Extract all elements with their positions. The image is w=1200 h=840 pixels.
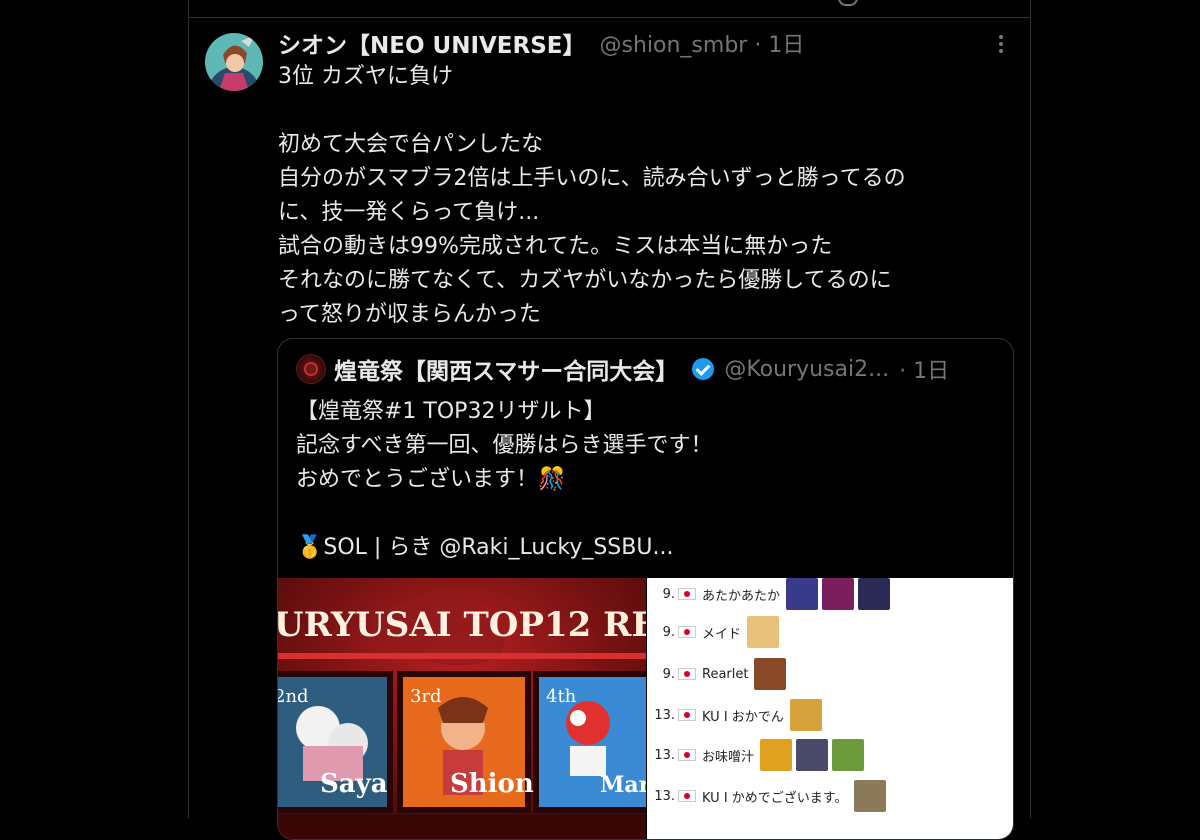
- result-rank: 13.: [654, 747, 675, 763]
- quoted-text-line: 【煌竜祭#1 TOP32リザルト】: [296, 399, 606, 424]
- quoted-author-name[interactable]: 煌竜祭【関西スマサー合同大会】: [334, 352, 678, 386]
- quoted-media-top12-image[interactable]: URYUSAI TOP12 RESU 2nd 3rd 4th Saya Shio…: [278, 578, 646, 839]
- quoted-text-line: [296, 497, 996, 531]
- result-rank: 13.: [654, 788, 675, 804]
- tweet-text-line: 3位 カズヤに負け: [278, 64, 453, 89]
- more-options-icon[interactable]: [996, 35, 1006, 55]
- tweet-text-line: って怒りが収まらんかった: [278, 302, 541, 327]
- quoted-text-line: おめでとうございます！🎊: [296, 467, 566, 492]
- tweet-header: シオン【NEO UNIVERSE】 @shion_smbr · 1日: [278, 26, 805, 60]
- tweet-text: 3位 カズヤに負け 初めて大会で台パンしたな 自分のがスマブラ2倍は上手いのに、…: [278, 60, 1018, 332]
- place-player-name: Shion: [450, 769, 534, 799]
- tweet-text-line: それなのに勝てなくて、カズヤがいなかったら優勝してるのに: [278, 268, 892, 293]
- tweet-text-line: 自分のがスマブラ2倍は上手いのに、読み合いずっと勝ってるの: [278, 166, 906, 191]
- quoted-tweet-header: 煌竜祭【関西スマサー合同大会】 @Kouryusai2... · 1日: [296, 353, 949, 385]
- japan-flag-icon: [678, 709, 696, 721]
- verified-badge-icon: [692, 358, 715, 380]
- quoted-text-line: 🥇SOL | らき @Raki_Lucky_SSBU...: [296, 535, 674, 560]
- result-rank: 13.: [654, 707, 675, 723]
- character-icon: [789, 699, 822, 731]
- quoted-tweet-time[interactable]: · 1日: [899, 353, 949, 385]
- result-player-name: メイド: [702, 626, 742, 642]
- character-icon: [858, 578, 891, 610]
- author-handle-and-time[interactable]: @shion_smbr · 1日: [600, 27, 805, 59]
- quoted-author-handle[interactable]: @Kouryusai2...: [724, 357, 889, 382]
- quoted-author-avatar[interactable]: [296, 354, 326, 384]
- character-icon: [747, 616, 780, 648]
- japan-flag-icon: [678, 790, 696, 802]
- tweet-text-line: [278, 94, 1018, 128]
- place-rank: 3rd: [410, 686, 442, 707]
- top12-title: URYUSAI TOP12 RESU: [278, 605, 646, 645]
- japan-flag-icon: [678, 588, 696, 600]
- japan-flag-icon: [678, 749, 696, 761]
- character-icon: [786, 578, 819, 610]
- result-player-name: あたかあたか: [702, 588, 781, 604]
- result-player-name: KU I おかでん: [702, 709, 784, 725]
- place-player-name: Mar: [600, 772, 646, 798]
- character-icon: [796, 739, 829, 771]
- quoted-tweet-card[interactable]: 煌竜祭【関西スマサー合同大会】 @Kouryusai2... · 1日 【煌竜祭…: [277, 338, 1014, 840]
- result-row: 13. KU I おかでん: [647, 699, 822, 731]
- result-row: 9. Rearlet: [647, 658, 787, 690]
- tweet-text-line: 初めて大会で台パンしたな: [278, 132, 544, 157]
- japan-flag-icon: [678, 626, 696, 638]
- result-rank: 9.: [662, 666, 675, 682]
- character-icon: [832, 739, 865, 771]
- character-icon: [853, 780, 886, 812]
- result-row: 9. あたかあたか: [647, 578, 891, 610]
- result-rank: 9.: [662, 624, 675, 640]
- result-row: 13. お味噌汁: [647, 739, 865, 771]
- previous-tweet-action-icon[interactable]: [838, 0, 858, 6]
- place-player-name: Saya: [320, 769, 388, 799]
- quoted-media-results-list-image[interactable]: 9. あたかあたか 9. メイド 9. Rearlet 13. KU I おかで…: [647, 578, 1013, 839]
- tweet-text-line: に、技一発くらって負け...: [278, 200, 540, 225]
- tweet-divider: [189, 17, 1030, 18]
- author-name[interactable]: シオン【NEO UNIVERSE】: [278, 26, 586, 60]
- place-rank: 2nd: [278, 686, 309, 707]
- quoted-text-line: 記念すべき第一回、優勝はらき選手です！: [296, 433, 713, 458]
- result-player-name: お味噌汁: [702, 749, 755, 765]
- result-row: 9. メイド: [647, 616, 780, 648]
- column-border-right: [1030, 0, 1031, 818]
- result-rank: 9.: [662, 586, 675, 602]
- avatar-illustration: [205, 33, 263, 91]
- result-player-name: KU I かめでございます。: [702, 790, 848, 806]
- result-row: 13. KU I かめでございます。: [647, 780, 886, 812]
- japan-flag-icon: [678, 668, 696, 680]
- place-rank: 4th: [546, 686, 577, 707]
- author-avatar[interactable]: [205, 33, 263, 91]
- character-icon: [760, 739, 793, 771]
- column-border-left: [188, 0, 189, 818]
- quoted-tweet-text: 【煌竜祭#1 TOP32リザルト】 記念すべき第一回、優勝はらき選手です！ おめ…: [296, 395, 996, 565]
- tweet-text-line: 試合の動きは99%完成されてた。ミスは本当に無かった: [278, 234, 833, 259]
- character-icon: [822, 578, 855, 610]
- result-player-name: Rearlet: [702, 666, 749, 682]
- character-icon: [754, 658, 787, 690]
- top12-results-graphic: URYUSAI TOP12 RESU 2nd 3rd 4th Saya Shio…: [278, 578, 646, 839]
